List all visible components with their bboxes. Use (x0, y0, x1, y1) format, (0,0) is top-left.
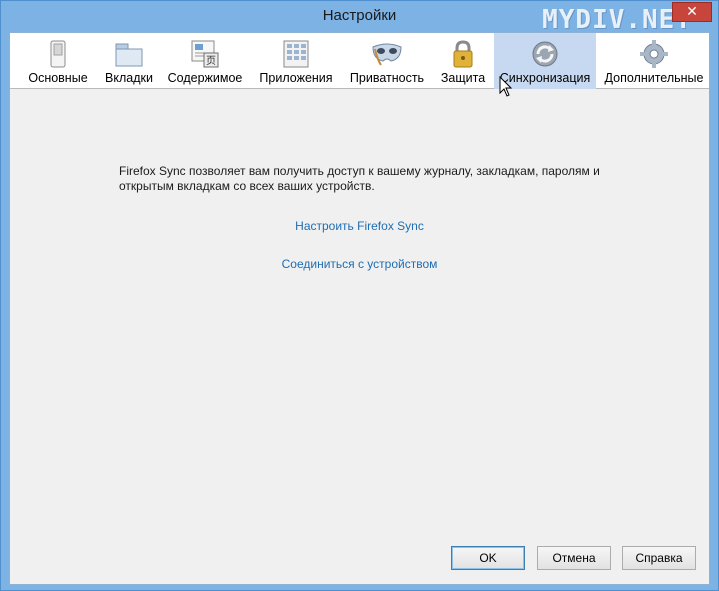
preferences-toolbar: Основные Вкладки 页 Содержимое Приложения… (10, 33, 709, 89)
setup-sync-link[interactable]: Настроить Firefox Sync (295, 219, 424, 233)
tab-advanced[interactable]: Дополнительные (602, 33, 706, 89)
mask-icon (371, 39, 403, 69)
tab-applications[interactable]: Приложения (254, 33, 338, 89)
tab-label: Вкладки (105, 71, 153, 85)
tab-label: Дополнительные (604, 71, 704, 85)
setup-sync-link-row: Настроить Firefox Sync (10, 219, 709, 233)
sync-panel: Firefox Sync позволяет вам получить дост… (10, 90, 709, 584)
tab-general[interactable]: Основные (22, 33, 94, 89)
tab-security[interactable]: Защита (434, 33, 492, 89)
close-button[interactable]: ✕ (672, 2, 712, 22)
mouse-pointer-icon (499, 75, 513, 98)
content-page-icon: 页 (189, 39, 221, 69)
description-line: Firefox Sync позволяет вам получить дост… (119, 164, 600, 178)
switch-icon (42, 39, 74, 69)
tab-privacy[interactable]: Приватность (346, 33, 428, 89)
cancel-button[interactable]: Отмена (537, 546, 611, 570)
sync-description: Firefox Sync позволяет вам получить дост… (119, 164, 619, 194)
svg-text:页: 页 (206, 55, 216, 67)
applications-grid-icon (280, 39, 312, 69)
tab-tabs[interactable]: Вкладки (98, 33, 160, 89)
help-button[interactable]: Справка (622, 546, 696, 570)
tab-label: Защита (440, 71, 486, 85)
pair-device-link[interactable]: Соединиться с устройством (282, 257, 438, 271)
gear-icon (638, 39, 670, 69)
pair-device-link-row: Соединиться с устройством (10, 257, 709, 271)
ok-button[interactable]: OK (451, 546, 525, 570)
padlock-icon (447, 39, 479, 69)
tab-label: Содержимое (167, 71, 243, 85)
window-title: Настройки (322, 7, 397, 24)
tab-label: Приватность (349, 71, 425, 85)
tab-label: Приложения (259, 71, 333, 85)
description-line: открытым вкладкам со всех ваших устройст… (119, 179, 375, 193)
tab-content[interactable]: 页 Содержимое (164, 33, 246, 89)
dialog-client-area: Основные Вкладки 页 Содержимое Приложения… (9, 32, 710, 585)
tab-label: Основные (28, 71, 88, 85)
watermark-logo: MYDIV.NET (542, 5, 692, 35)
tabs-folder-icon (113, 39, 145, 69)
sync-arrows-icon (529, 39, 561, 69)
preferences-window: Настройки MYDIV.NET ✕ Основные Вкладки 页… (0, 0, 719, 591)
